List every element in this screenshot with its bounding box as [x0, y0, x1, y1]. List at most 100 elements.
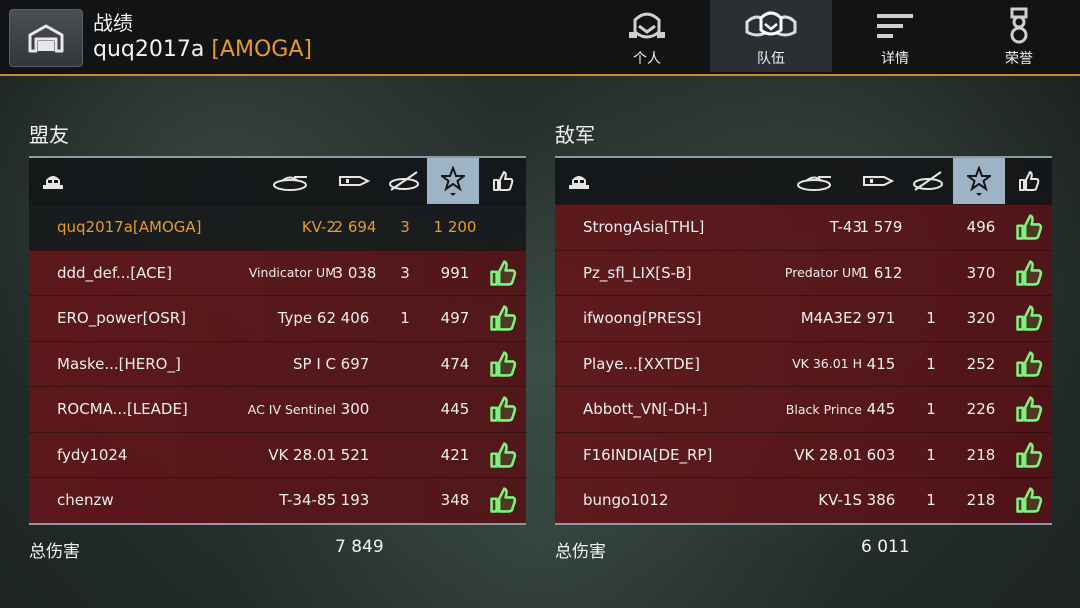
table-row[interactable]: ddd_def...[ACE] Vindicator UM 3 038 3 991	[29, 249, 526, 296]
tab-label: 个人	[633, 51, 661, 67]
damage-cell: 415	[866, 354, 896, 373]
like-button[interactable]	[1009, 478, 1049, 523]
allies-panel: 盟友 quq2017a[AMOGA] KV-2 2 694 3 1 200 dd…	[29, 120, 526, 575]
medal-icon	[1010, 7, 1028, 44]
like-button[interactable]	[1009, 251, 1049, 296]
tab-details[interactable]: 详情	[834, 0, 956, 72]
total-damage-label: 总伤害	[29, 541, 80, 562]
kills-cell	[385, 387, 425, 432]
tab-honors[interactable]: 荣誉	[958, 0, 1080, 72]
details-lines-icon	[877, 14, 913, 38]
table-row[interactable]: ROCMA...[LEADE] AC IV Sentinel 300 445	[29, 386, 526, 432]
tank-column-header[interactable]	[267, 158, 313, 204]
enemies-panel: 敌军 StrongAsia[THL] T-43 1 579 496 Pz_sfl…	[555, 120, 1052, 575]
score-column-header[interactable]	[953, 158, 1005, 204]
thumbs-up-icon	[490, 260, 517, 286]
tank-name-cell: Predator UM	[784, 265, 862, 281]
table-row[interactable]: Maske...[HERO_] SP I C 697 474	[29, 340, 526, 387]
tank-name-cell: Black Prince	[785, 401, 862, 417]
score-cell: 218	[966, 491, 996, 510]
table-row[interactable]: Playe...[XXTDE] VK 36.01 H 415 1 252	[555, 340, 1052, 387]
tab-label: 详情	[881, 51, 909, 67]
table-row[interactable]: Pz_sfl_LIX[S-B] Predator UM 1 612 370	[555, 249, 1052, 296]
damage-cell: 2 694	[333, 218, 377, 237]
thumbs-up-icon	[1016, 487, 1043, 513]
player-icon	[569, 176, 589, 189]
table-row[interactable]: F16INDIA[DE_RP] VK 28.01 603 1 218	[555, 431, 1052, 478]
table-row[interactable]: ERO_power[OSR] Type 62 406 1 497	[29, 295, 526, 341]
tank-name-cell: M4A3E2	[800, 309, 862, 328]
tank-name-cell: VK 28.01	[794, 445, 862, 464]
like-button[interactable]	[483, 251, 523, 296]
tank-column-header[interactable]	[791, 158, 837, 204]
damage-cell: 603	[866, 445, 896, 464]
tab-label: 荣誉	[1005, 51, 1033, 67]
thumbs-up-icon	[490, 396, 517, 422]
allies-title: 盟友	[29, 123, 69, 147]
tab-personal[interactable]: 个人	[586, 0, 708, 72]
table-row[interactable]: ifwoong[PRESS] M4A3E2 971 1 320	[555, 295, 1052, 341]
likes-column-header[interactable]	[481, 158, 525, 204]
tank-icon	[273, 176, 307, 191]
tab-team[interactable]: 队伍	[710, 0, 832, 72]
player-name-cell: Playe...[XXTDE]	[583, 354, 700, 373]
damage-cell: 300	[340, 400, 370, 419]
damage-icon	[339, 176, 371, 186]
kills-cell: 3	[400, 263, 410, 282]
like-button[interactable]	[483, 387, 523, 432]
like-button[interactable]	[1009, 342, 1049, 387]
kills-column-header[interactable]	[905, 158, 951, 204]
thumbs-up-icon	[1016, 396, 1043, 422]
thumbs-up-icon	[490, 487, 517, 513]
player-name-cell: ddd_def...[ACE]	[57, 263, 172, 282]
damage-column-header[interactable]	[332, 158, 378, 204]
kills-cell: 1	[926, 400, 936, 419]
kills-icon	[389, 171, 419, 191]
damage-cell: 3 038	[333, 263, 377, 282]
player-column-header[interactable]	[33, 158, 73, 204]
damage-cell: 697	[340, 354, 370, 373]
player-name-cell: bungo1012	[583, 491, 669, 510]
table-header	[29, 158, 526, 204]
table-row[interactable]: chenzw T-34-85 193 348	[29, 477, 526, 523]
helmet-icon	[629, 12, 665, 39]
like-button[interactable]	[1009, 433, 1049, 478]
kills-cell: 1	[926, 309, 936, 328]
thumbs-up-icon	[1016, 351, 1043, 377]
total-damage-label: 总伤害	[555, 541, 606, 562]
home-button[interactable]	[9, 9, 83, 67]
likes-column-header[interactable]	[1007, 158, 1051, 204]
table-row[interactable]: Abbott_VN[-DH-] Black Prince 445 1 226	[555, 386, 1052, 432]
tank-name-cell: Vindicator UM	[248, 265, 336, 281]
like-button[interactable]	[483, 342, 523, 387]
score-cell: 474	[440, 354, 470, 373]
damage-column-header[interactable]	[856, 158, 902, 204]
tank-name-cell: VK 36.01 H	[792, 356, 862, 372]
like-button[interactable]	[1009, 387, 1049, 432]
like-button[interactable]	[483, 433, 523, 478]
player-name-cell: quq2017a[AMOGA]	[57, 218, 202, 237]
like-button[interactable]	[1009, 296, 1049, 341]
like-button[interactable]	[483, 296, 523, 341]
table-row[interactable]: StrongAsia[THL] T-43 1 579 496	[555, 204, 1052, 250]
enemies-title: 敌军	[555, 123, 595, 147]
player-column-header[interactable]	[559, 158, 599, 204]
thumbs-up-icon	[1016, 442, 1043, 468]
table-row[interactable]: bungo1012 KV-1S 386 1 218	[555, 477, 1052, 523]
table-row[interactable]: fydy1024 VK 28.01 521 421	[29, 431, 526, 478]
damage-cell: 386	[866, 491, 896, 510]
kills-cell: 1	[926, 354, 936, 373]
kills-cell	[911, 251, 951, 296]
thumbs-up-icon	[1019, 171, 1040, 191]
damage-cell: 1 612	[859, 263, 903, 282]
damage-cell: 193	[340, 491, 370, 510]
damage-icon	[863, 176, 895, 186]
kills-cell: 3	[400, 218, 410, 237]
thumbs-up-icon	[490, 351, 517, 377]
table-row-self[interactable]: quq2017a[AMOGA] KV-2 2 694 3 1 200	[29, 204, 526, 250]
like-button[interactable]	[1009, 205, 1049, 250]
team-helmets-icon	[745, 11, 797, 37]
like-button[interactable]	[483, 478, 523, 523]
score-column-header[interactable]	[427, 158, 479, 204]
kills-column-header[interactable]	[381, 158, 427, 204]
